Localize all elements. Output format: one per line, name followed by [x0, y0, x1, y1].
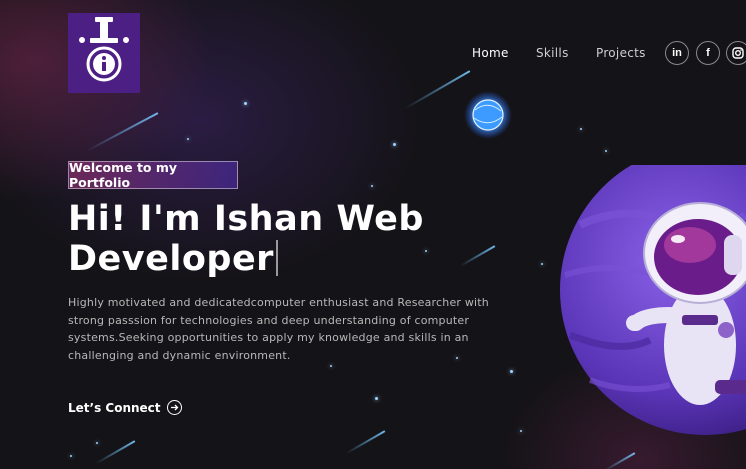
linkedin-button[interactable]: in [665, 41, 689, 65]
arrow-right-circle-icon [166, 400, 182, 415]
portfolio-logo-icon [79, 17, 129, 82]
hero-headline: Hi! I'm Ishan Web Developer [68, 199, 468, 279]
linkedin-icon: in [672, 47, 682, 59]
lets-connect-label: Let’s Connect [68, 400, 161, 415]
nav-home-link[interactable]: Home [472, 46, 509, 60]
typing-cursor [275, 240, 278, 276]
facebook-button[interactable]: f [696, 41, 720, 65]
hero-description: Highly motivated and dedicatedcomputer e… [68, 296, 489, 362]
instagram-icon [732, 47, 744, 59]
nav-skills-link[interactable]: Skills [536, 46, 569, 60]
lets-connect-button[interactable]: Let’s Connect [68, 400, 182, 415]
portfolio-page: Home Skills Projects in f Welcome to my … [0, 0, 746, 469]
hero-headline-text: Hi! I'm Ishan Web Developer [68, 199, 424, 279]
nav-projects-link[interactable]: Projects [596, 46, 646, 60]
site-logo[interactable] [68, 13, 140, 93]
facebook-icon: f [706, 47, 710, 59]
glowing-orb-illustration [464, 91, 512, 139]
hero-illustration [540, 145, 746, 469]
instagram-button[interactable] [726, 41, 746, 65]
planet-illustration [560, 145, 746, 435]
welcome-badge: Welcome to my Portfolio [68, 160, 238, 190]
